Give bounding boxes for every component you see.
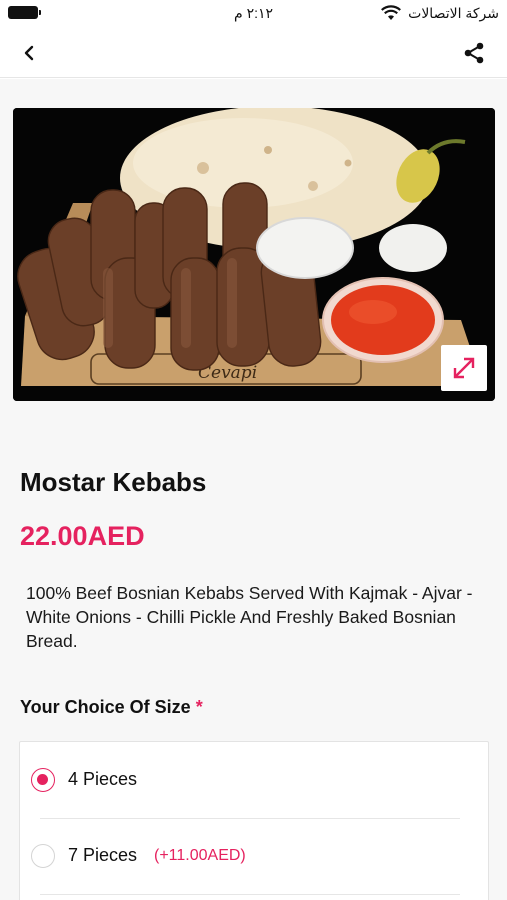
size-section-label: Your Choice Of Size * [20,697,203,718]
chevron-left-icon [24,45,34,61]
product-description: 100% Beef Bosnian Kebabs Served With Kaj… [26,583,473,651]
radio-selected[interactable] [31,768,55,792]
required-indicator: * [195,697,203,717]
size-option-4-pieces[interactable]: 4 Pieces [20,742,490,818]
size-options-list: 4 Pieces 7 Pieces (+11.00AED) [19,741,489,900]
product-detail-content: Cevapi Mostar Kebabs 22.00AED 100% Beef … [0,79,507,900]
carrier-name: شركة الاتصالات [408,5,499,21]
size-section-title: Your Choice Of Size [20,697,191,717]
expand-icon [453,357,475,379]
share-button[interactable] [459,38,489,68]
nav-bar [0,28,507,78]
food-photo: Cevapi [13,108,495,401]
product-price: 22.00AED [20,521,145,551]
expand-image-button[interactable] [441,345,487,391]
product-title: Mostar Kebabs [20,467,207,497]
back-button[interactable] [14,38,44,68]
divider [40,894,460,895]
option-label: 7 Pieces [68,845,138,865]
size-option-7-pieces[interactable]: 7 Pieces (+11.00AED) [20,818,490,894]
option-label: 4 Pieces [68,769,138,789]
battery-icon [8,6,41,19]
status-bar: ٢:١٢ م شركة الاتصالات [0,0,507,28]
wifi-icon [381,5,401,21]
share-icon [464,42,484,64]
option-price-extra: (+11.00AED) [154,847,246,864]
radio-unselected[interactable] [31,844,55,868]
product-image[interactable]: Cevapi [13,108,495,401]
status-time: ٢:١٢ م [234,5,274,21]
